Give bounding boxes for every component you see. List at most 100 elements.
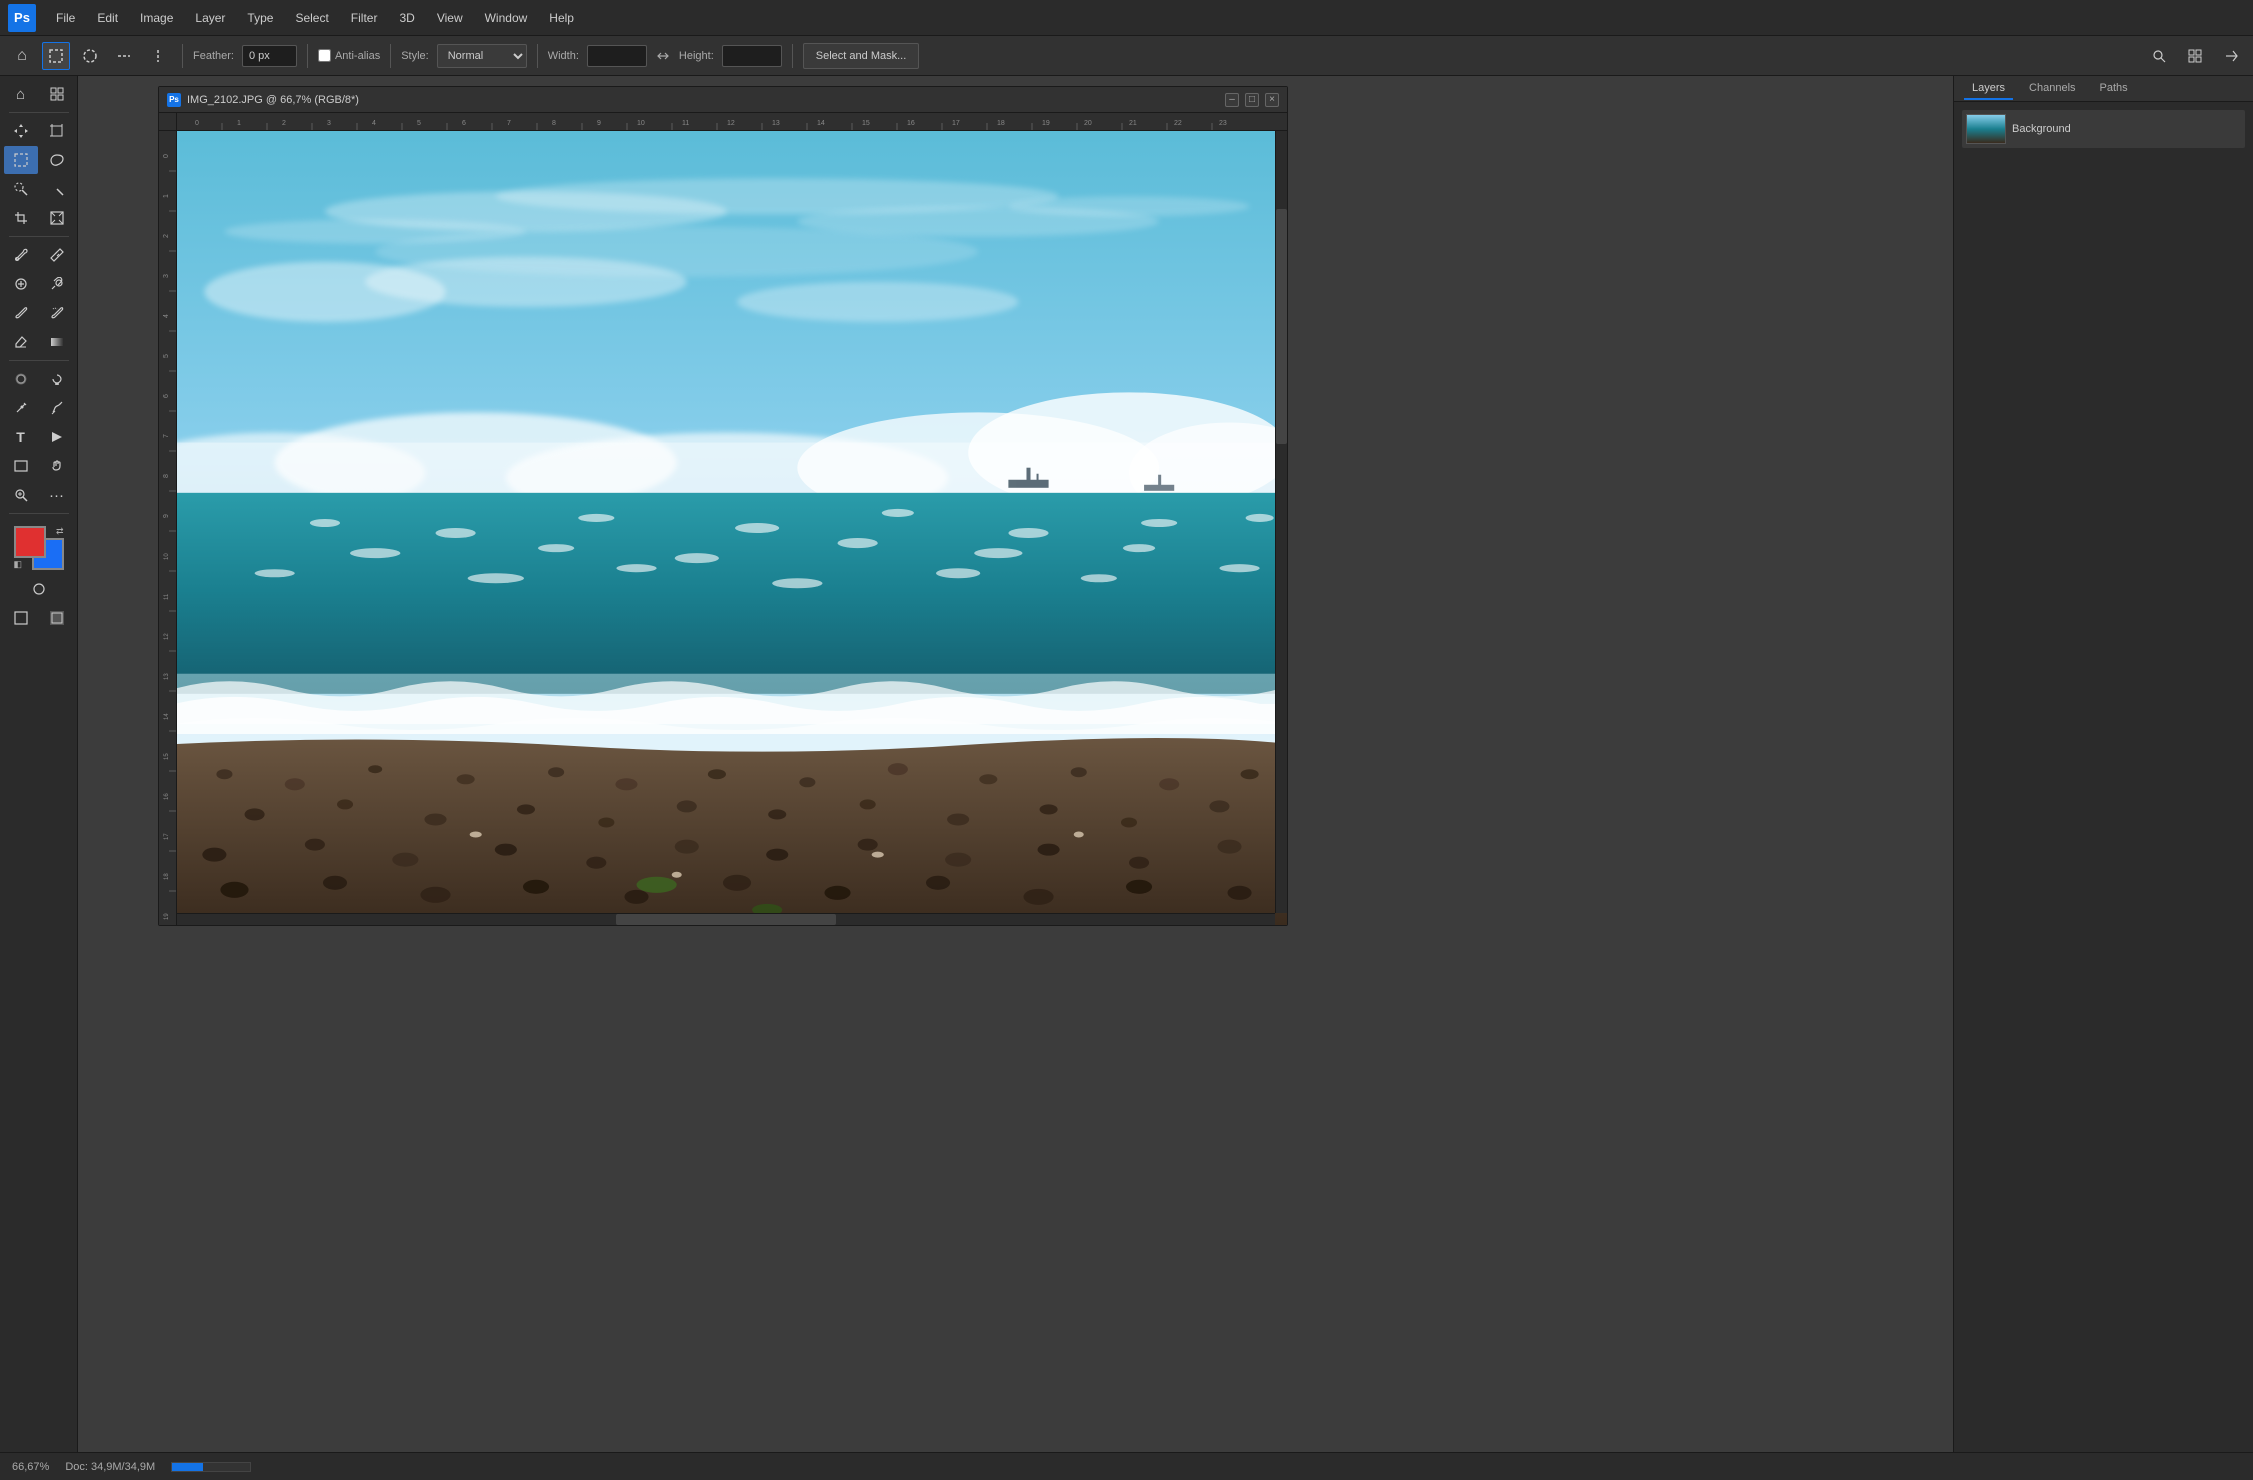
single-col-marquee[interactable]: [144, 42, 172, 70]
menu-layer[interactable]: Layer: [185, 7, 235, 29]
select-tools-row: [4, 175, 74, 203]
layer-item[interactable]: Background: [1962, 110, 2245, 148]
svg-text:2: 2: [282, 120, 286, 127]
svg-text:8: 8: [163, 474, 170, 478]
default-colors-icon[interactable]: ◧: [14, 559, 23, 570]
height-label: Height:: [679, 50, 714, 62]
doc-info-status: Doc: 34,9M/34,9M: [65, 1461, 155, 1473]
select-mask-button[interactable]: Select and Mask...: [803, 43, 920, 69]
doc-close-button[interactable]: ×: [1265, 93, 1279, 107]
eyedropper-tool[interactable]: [4, 241, 38, 269]
screen-mode-row: [4, 604, 74, 632]
menu-edit[interactable]: Edit: [87, 7, 128, 29]
quick-mask-icon[interactable]: [22, 575, 56, 603]
blur-tool[interactable]: [4, 365, 38, 393]
grid-icon[interactable]: [40, 80, 74, 108]
pen-tool[interactable]: [4, 394, 38, 422]
svg-text:22: 22: [1174, 120, 1182, 127]
progress-indicator[interactable]: [171, 1462, 251, 1472]
menu-filter[interactable]: Filter: [341, 7, 388, 29]
menu-window[interactable]: Window: [475, 7, 538, 29]
vertical-scrollbar[interactable]: [1275, 131, 1287, 913]
anti-alias-checkbox[interactable]: [318, 49, 331, 62]
menu-view[interactable]: View: [427, 7, 473, 29]
nav-icons-row: ⌂: [4, 80, 74, 108]
svg-text:16: 16: [164, 793, 170, 800]
magic-wand-tool[interactable]: [40, 175, 74, 203]
horizontal-scrollbar[interactable]: [177, 913, 1275, 925]
single-row-marquee[interactable]: [110, 42, 138, 70]
zoom-status: 66,67%: [12, 1461, 49, 1473]
beach-image: [177, 131, 1287, 925]
home-button[interactable]: ⌂: [8, 42, 36, 70]
canvas-container[interactable]: [177, 131, 1287, 925]
svg-text:4: 4: [163, 314, 170, 318]
rect-shape-tool[interactable]: [4, 452, 38, 480]
swap-dimensions-icon[interactable]: [653, 46, 673, 66]
paths-tab[interactable]: Paths: [2092, 78, 2136, 100]
height-input[interactable]: [722, 45, 782, 67]
menu-3d[interactable]: 3D: [389, 7, 424, 29]
dodge-tool[interactable]: [40, 365, 74, 393]
menu-file[interactable]: File: [46, 7, 85, 29]
svg-text:13: 13: [772, 120, 780, 127]
anti-alias-label[interactable]: Anti-alias: [318, 49, 380, 62]
style-select[interactable]: Normal Fixed Ratio Fixed Size: [437, 44, 527, 68]
marquee-ellipse-option[interactable]: [76, 42, 104, 70]
svg-text:6: 6: [462, 120, 466, 127]
heal-brush-tool[interactable]: [4, 270, 38, 298]
search-icon[interactable]: [2145, 42, 2173, 70]
brush-tools-row: [4, 299, 74, 327]
stamp-tool[interactable]: [40, 270, 74, 298]
ruler-tool[interactable]: [40, 241, 74, 269]
svg-text:10: 10: [637, 120, 645, 127]
eraser-tool[interactable]: [4, 328, 38, 356]
svg-text:11: 11: [682, 120, 689, 127]
svg-text:23: 23: [1219, 120, 1227, 127]
share-icon[interactable]: [2217, 42, 2245, 70]
workspace-icon[interactable]: [2181, 42, 2209, 70]
swap-colors-icon[interactable]: ⇄: [56, 526, 64, 537]
zoom-tool[interactable]: [4, 481, 38, 509]
type-tool[interactable]: T: [4, 423, 38, 451]
freeform-pen-tool[interactable]: [40, 394, 74, 422]
svg-text:8: 8: [552, 120, 556, 127]
standard-screen-icon[interactable]: [4, 604, 38, 632]
layer-name: Background: [2012, 123, 2071, 135]
document-titlebar[interactable]: Ps IMG_2102.JPG @ 66,7% (RGB/8*) – □ ×: [159, 87, 1287, 113]
path-select-tool[interactable]: [40, 423, 74, 451]
move-tool[interactable]: [4, 117, 38, 145]
path-tools-row: [4, 394, 74, 422]
rect-marquee-tool[interactable]: [4, 146, 38, 174]
fill-tool[interactable]: [40, 328, 74, 356]
menu-help[interactable]: Help: [539, 7, 584, 29]
ruler-left: 0 1 2 3 4 5 6 7: [159, 131, 177, 925]
svg-text:6: 6: [163, 394, 170, 398]
menu-image[interactable]: Image: [130, 7, 183, 29]
frame-tool[interactable]: [40, 204, 74, 232]
home-tool-icon[interactable]: ⌂: [4, 80, 38, 108]
hand-tool[interactable]: [40, 452, 74, 480]
lasso-tool[interactable]: [40, 146, 74, 174]
crop-tool[interactable]: [4, 204, 38, 232]
artboard-tool[interactable]: [40, 117, 74, 145]
menu-select[interactable]: Select: [285, 7, 338, 29]
brush-tool[interactable]: [4, 299, 38, 327]
menu-type[interactable]: Type: [237, 7, 283, 29]
doc-maximize-button[interactable]: □: [1245, 93, 1259, 107]
feather-input[interactable]: [242, 45, 297, 67]
toning-tools-row: [4, 365, 74, 393]
marquee-rect-option[interactable]: [42, 42, 70, 70]
doc-minimize-button[interactable]: –: [1225, 93, 1239, 107]
doc-icon: Ps: [167, 93, 181, 107]
layers-tab[interactable]: Layers: [1964, 78, 2013, 100]
channels-tab[interactable]: Channels: [2021, 78, 2083, 100]
foreground-color-swatch[interactable]: [14, 526, 46, 558]
quick-select-tool[interactable]: [4, 175, 38, 203]
mask-mode-row: [22, 575, 56, 603]
width-input[interactable]: [587, 45, 647, 67]
history-brush-tool[interactable]: [40, 299, 74, 327]
svg-text:15: 15: [164, 753, 170, 760]
full-screen-icon[interactable]: [40, 604, 74, 632]
more-tools[interactable]: ···: [40, 481, 74, 509]
